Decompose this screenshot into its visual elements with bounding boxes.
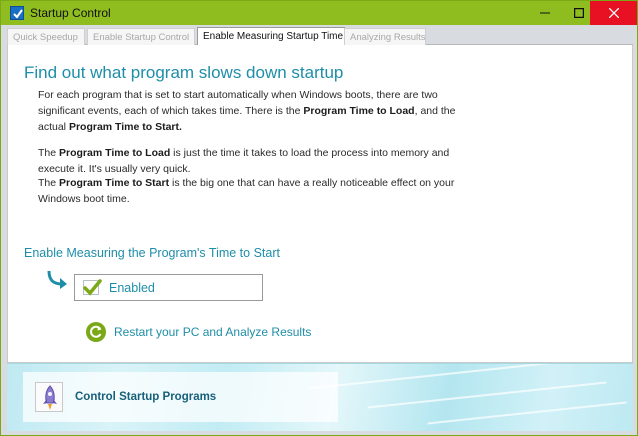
enabled-checkbox[interactable]: Enabled xyxy=(74,274,263,301)
app-checkbox-icon xyxy=(10,6,24,20)
refresh-icon[interactable] xyxy=(86,322,106,347)
maximize-icon xyxy=(573,6,585,21)
main-panel: Find out what program slows down startup… xyxy=(7,45,633,363)
enabled-label: Enabled xyxy=(109,280,155,295)
title-bar[interactable]: Startup Control xyxy=(1,1,637,25)
page-title: Find out what program slows down startup xyxy=(24,63,344,82)
minimize-icon xyxy=(540,6,550,21)
intro-paragraph: For each program that is set to start au… xyxy=(38,89,456,133)
start-time-paragraph: The Program Time to Start is the big one… xyxy=(38,177,455,205)
load-time-paragraph: The Program Time to Load is just the tim… xyxy=(38,147,450,175)
window-title: Startup Control xyxy=(30,6,111,20)
close-icon xyxy=(608,6,619,21)
curved-arrow-icon xyxy=(46,269,70,296)
tab-enable-startup-control[interactable]: Enable Startup Control xyxy=(87,28,195,45)
restart-analyze-link[interactable]: Restart your PC and Analyze Results xyxy=(114,325,311,339)
section-label: Enable Measuring the Program's Time to S… xyxy=(24,246,280,260)
control-startup-programs-label: Control Startup Programs xyxy=(75,391,217,403)
rocket-icon xyxy=(35,382,63,412)
tab-bar: Quick Speedup Enable Startup Control Ena… xyxy=(7,27,633,46)
close-button[interactable] xyxy=(590,1,637,25)
checkmark-icon xyxy=(83,279,102,296)
tab-quick-speedup[interactable]: Quick Speedup xyxy=(7,28,85,45)
main-window: Startup Control Quick Speedup Enable Sta… xyxy=(0,0,638,436)
tab-analyzing-results[interactable]: Analyzing Results xyxy=(344,28,426,45)
footer-banner: Control Startup Programs xyxy=(7,363,633,431)
tab-enable-measuring-startup-time[interactable]: Enable Measuring Startup Time xyxy=(197,27,345,46)
control-startup-programs-button[interactable]: Control Startup Programs xyxy=(23,372,338,422)
